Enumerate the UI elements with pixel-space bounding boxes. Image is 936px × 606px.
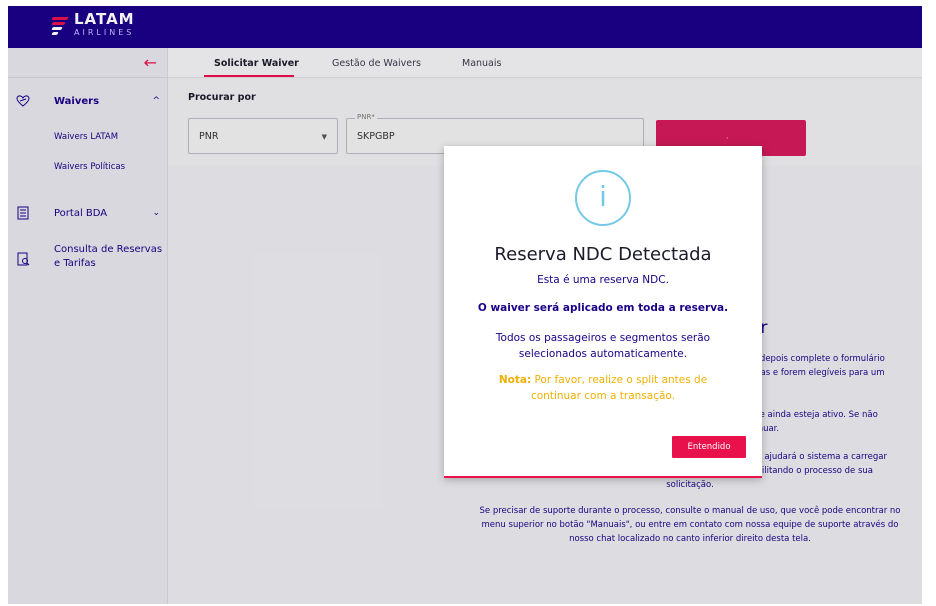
- dialog-title: Reserva NDC Detectada: [494, 244, 712, 265]
- sidebar-item-label: Waivers: [54, 96, 100, 107]
- bg-line: e depois complete o formulário: [752, 354, 885, 364]
- document-search-icon: [17, 252, 30, 266]
- dialog-message: Todos os passageiros e segmentos serão s…: [464, 330, 742, 362]
- ndc-detected-dialog: i Reserva NDC Detectada Esta é uma reser…: [444, 146, 762, 478]
- chevron-down-icon[interactable]: ⌄: [152, 208, 160, 218]
- search-title: Procurar por: [188, 92, 256, 103]
- sidebar-item-label-line1: Consulta de Reservas: [54, 244, 163, 255]
- sidebar-item-waivers[interactable]: Waivers ^: [8, 94, 168, 114]
- sidebar-item-portal-bda[interactable]: Portal BDA ⌄: [8, 206, 168, 226]
- document-list-icon: [17, 206, 29, 220]
- tab-manuais[interactable]: Manuais: [462, 58, 501, 69]
- dialog-note: Nota: Por favor, realize o split antes d…: [464, 372, 742, 404]
- latam-logo-mark-icon: [51, 14, 69, 36]
- pnr-label: PNR*: [355, 113, 377, 121]
- tab-gestao-de-waivers[interactable]: Gestão de Waivers: [332, 58, 421, 69]
- search-type-value: PNR: [199, 131, 219, 142]
- bg-support-line: nosso chat localizado no canto inferior …: [569, 534, 811, 544]
- tab-bar: Solicitar Waiver Gestão de Waivers Manua…: [168, 48, 922, 78]
- dialog-message-line: Todos os passageiros e segmentos serão: [495, 332, 711, 344]
- sidebar-header: ←: [8, 48, 167, 78]
- bg-line: ele ainda esteja ativo. Se não: [752, 410, 878, 420]
- dialog-note-label: Nota:: [498, 374, 532, 386]
- search-type-select[interactable]: PNR ▼: [188, 118, 338, 154]
- bg-support-line: Se precisar de suporte durante o process…: [479, 506, 901, 516]
- bg-solicitacao: solicitação.: [666, 480, 714, 490]
- bg-line: acilitando o processo de sua: [752, 466, 874, 476]
- tab-solicitar-waiver[interactable]: Solicitar Waiver: [214, 58, 299, 69]
- heart-plane-icon: [16, 95, 30, 107]
- arrow-left-icon[interactable]: ←: [144, 53, 157, 72]
- sidebar: ← Waivers ^ Waivers LATAM Waivers Políti…: [8, 48, 168, 604]
- pnr-value: SKPGBP: [357, 131, 395, 142]
- brand-sub: AIRLINES: [74, 28, 135, 37]
- active-tab-indicator: [204, 75, 294, 77]
- entendido-button[interactable]: Entendido: [672, 436, 746, 458]
- info-icon: i: [575, 170, 631, 226]
- sidebar-item-label: Portal BDA: [54, 208, 108, 219]
- sidebar-subitem-waivers-politicas[interactable]: Waivers Políticas: [54, 162, 125, 172]
- brand-name: LATAM: [74, 10, 135, 28]
- dialog-message-line: selecionados automaticamente.: [518, 348, 688, 360]
- chevron-up-icon[interactable]: ^: [152, 96, 160, 106]
- loading-dot-icon: ·: [726, 134, 729, 143]
- bg-line: etas e forem elegíveis para um: [752, 368, 885, 378]
- sidebar-item-label-line2: e Tarifas: [54, 258, 96, 269]
- bg-support-line: menu superior no botão "Manuais", ou ent…: [481, 520, 899, 530]
- dialog-note-line: continuar com a transação.: [530, 390, 676, 402]
- caret-down-icon: ▼: [321, 133, 327, 141]
- sidebar-item-consulta[interactable]: Consulta de Reservas e Tarifas: [8, 244, 168, 280]
- top-navigation-bar: LATAM AIRLINES: [8, 6, 922, 48]
- bg-line: so ajudará o sistema a carregar: [752, 452, 887, 462]
- dialog-subtitle: Esta é uma reserva NDC.: [537, 274, 669, 286]
- sidebar-subitem-waivers-latam[interactable]: Waivers LATAM: [54, 132, 118, 142]
- dialog-note-line: Por favor, realize o split antes de: [531, 374, 708, 386]
- latam-logo[interactable]: LATAM AIRLINES: [51, 10, 135, 37]
- dialog-bold-message: O waiver será aplicado em toda a reserva…: [477, 302, 729, 314]
- app-window: LATAM AIRLINES ← Waivers ^ Waivers LATAM…: [8, 6, 922, 604]
